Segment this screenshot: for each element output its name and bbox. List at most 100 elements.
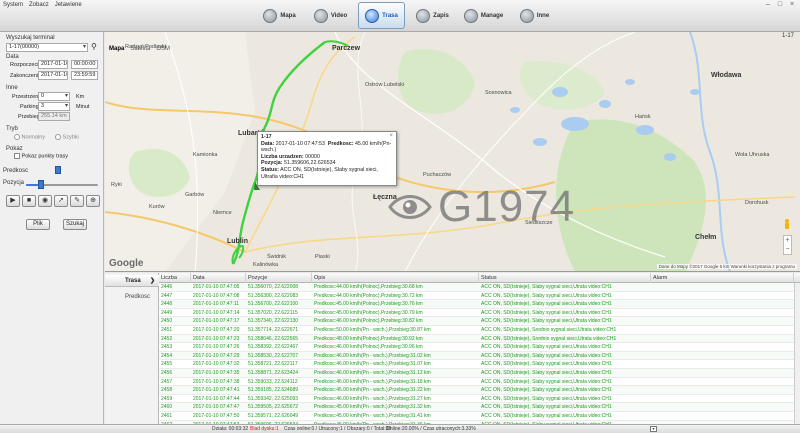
speed-slider-thumb[interactable] xyxy=(55,166,61,174)
maximize-icon[interactable]: □ xyxy=(775,1,785,9)
tryb-fast-radio[interactable]: Szybki xyxy=(55,134,79,140)
cursor-icon[interactable]: ➚ xyxy=(54,195,68,207)
zoom-in-icon[interactable]: + xyxy=(784,236,791,245)
table-row[interactable]: 2459 2017-01-10 07:47:44 51.359342, 22.625… xyxy=(159,395,794,404)
col-header-alarm[interactable]: Alarm xyxy=(651,273,794,283)
table-cell: ACC ON, SD(Istnieje), Slaby sygnal sieci… xyxy=(481,309,612,316)
table-row[interactable]: 2461 2017-01-10 07:47:50 51.359571, 22.626… xyxy=(159,412,794,421)
manage-icon xyxy=(463,8,478,23)
nav-mapa[interactable]: Mapa xyxy=(256,2,303,29)
table-cell: Predkosc:46.00 km/h(Pn - wsch.),Przebieg… xyxy=(314,378,431,385)
tab-map[interactable]: Mapa xyxy=(109,46,124,52)
przestrzen-field[interactable]: 0 xyxy=(38,92,70,101)
menu-system[interactable]: System xyxy=(3,0,23,10)
table-row[interactable]: 2449 2017-01-10 07:47:14 51.357020, 22.622… xyxy=(159,309,794,318)
table-cell: 2452 xyxy=(161,335,173,342)
close-icon[interactable]: × xyxy=(787,1,797,9)
radio-label: Szybki xyxy=(62,134,79,141)
table-row[interactable]: 2448 2017-01-10 07:47:11 51.356700, 22.622… xyxy=(159,300,794,309)
chevron-down-icon[interactable]: ▾ xyxy=(650,426,657,432)
map-view[interactable]: Mapa Satelita OSM 1-17 Parczew Lubartów … xyxy=(105,32,800,272)
table-row[interactable]: 2452 2017-01-10 07:47:23 51.358046, 22.622… xyxy=(159,334,794,344)
terminal-select[interactable]: 1-17(00000) xyxy=(6,43,88,52)
table-row[interactable]: 2457 2017-01-10 07:47:38 51.359033, 22.624… xyxy=(159,378,794,387)
col-header-count[interactable]: Liczba xyxy=(159,273,191,283)
tab-satellite[interactable]: Satelita xyxy=(130,46,150,52)
parking-label: Parking xyxy=(20,104,39,110)
town-label: Dorohusk xyxy=(745,200,769,206)
town-label: Piaski xyxy=(315,254,330,260)
table-row[interactable]: 2453 2017-01-10 07:47:26 51.358392, 22.622… xyxy=(159,343,794,352)
stop-icon[interactable]: ■ xyxy=(22,195,36,207)
table-row[interactable]: 2455 2017-01-10 07:47:32 51.358721, 22.622… xyxy=(159,360,794,369)
col-header-description[interactable]: Opis xyxy=(312,273,479,283)
nav-trasa[interactable]: Trasa xyxy=(358,2,405,29)
minimize-icon[interactable]: – xyxy=(763,1,773,9)
search-button[interactable]: Szukaj xyxy=(63,219,87,230)
table-cell: 51.358871, 22.623424 xyxy=(248,370,299,376)
play-icon[interactable]: ▶ xyxy=(6,195,20,207)
col-header-status[interactable]: Status xyxy=(479,273,651,283)
menu-view[interactable]: Zobacz xyxy=(29,0,49,10)
nav-manage[interactable]: Manage xyxy=(460,2,507,29)
end-time-field[interactable]: 23:59:59 xyxy=(71,71,98,80)
watermark: G1974 xyxy=(388,182,575,232)
settings-icon[interactable]: ✎ xyxy=(70,195,84,207)
table-cell: 2461 xyxy=(161,413,173,419)
col-header-date[interactable]: Data xyxy=(191,273,246,283)
menu-devices[interactable]: Jetawiene xyxy=(55,0,82,10)
table-cell: 2017-01-10 07:47:41 xyxy=(193,387,240,394)
record-icon[interactable]: ◉ xyxy=(38,195,52,207)
start-time-field[interactable]: 00:00:00 xyxy=(71,60,98,69)
table-row[interactable]: 2446 2017-01-10 07:47:05 51.356070, 22.622… xyxy=(159,283,794,292)
table-row[interactable]: 2458 2017-01-10 07:47:41 51.359185, 22.624… xyxy=(159,386,794,395)
tryb-normal-radio[interactable]: Normalny xyxy=(14,134,45,140)
table-cell: 2017-01-10 07:47:05 xyxy=(193,284,240,290)
col-header-position[interactable]: Pozycje xyxy=(246,273,312,283)
tab-trasa[interactable]: Trasa ❯ xyxy=(105,275,159,287)
nav-inne[interactable]: Inne xyxy=(511,2,558,29)
town-label: Garbów xyxy=(185,192,205,198)
table-cell: 2017-01-10 07:47:35 xyxy=(193,370,240,376)
nav-video[interactable]: Video xyxy=(307,2,354,29)
tab-osm[interactable]: OSM xyxy=(156,46,170,52)
table-cell: Predkosc:46.00 km/h(Pn - wsch.),Przebieg… xyxy=(314,361,431,368)
map-type-tabs: Mapa Satelita OSM xyxy=(109,46,170,52)
map-attribution[interactable]: Dane do Mapy ©2017 Google 5 km Warunki k… xyxy=(656,264,797,269)
table-row[interactable]: 2450 2017-01-10 07:47:17 51.357340, 22.622… xyxy=(159,317,794,326)
street-view-icon[interactable] xyxy=(783,219,791,229)
town-label: Kurów xyxy=(149,204,165,210)
search-icon[interactable]: ⚲ xyxy=(91,42,97,51)
przebieg-field: 255.14 km xyxy=(38,112,70,121)
table-row[interactable]: 2451 2017-01-10 07:47:20 51.357714, 22.622… xyxy=(159,326,794,335)
parking-field[interactable]: 3 xyxy=(38,102,70,111)
table-cell xyxy=(651,283,794,292)
table-cell: 51.358392, 22.622467 xyxy=(248,344,299,351)
table-row[interactable]: 2456 2017-01-10 07:47:35 51.358871, 22.623… xyxy=(159,369,794,378)
position-slider-thumb[interactable] xyxy=(38,180,44,189)
nav-zapis[interactable]: Zapis xyxy=(409,2,456,29)
tab-label: Trasa xyxy=(125,278,141,284)
zoom-control[interactable]: + − xyxy=(783,235,792,255)
table-cell: 2451 xyxy=(161,327,173,333)
table-cell xyxy=(651,378,794,387)
close-icon[interactable]: × xyxy=(389,133,393,140)
table-cell: 2458 xyxy=(161,387,173,394)
table-cell: Predkosc:45.00 km/h(Polnoc),Przebieg:30.… xyxy=(314,309,423,316)
zoom-out-icon[interactable]: − xyxy=(784,245,791,254)
table-row[interactable]: 2447 2017-01-10 07:47:08 51.356380, 22.622… xyxy=(159,292,794,301)
table-cell: 51.359505, 22.625672 xyxy=(248,404,299,411)
vertical-scrollbar[interactable] xyxy=(794,283,800,424)
end-date-field[interactable]: 2017-01-10 xyxy=(38,71,68,80)
show-points-checkbox[interactable]: Pokaz punkty trasy xyxy=(14,153,68,159)
target-icon[interactable]: ⊕ xyxy=(86,195,100,207)
radio-label: Normalny xyxy=(21,134,46,141)
start-date-field[interactable]: 2017-01-10 xyxy=(38,60,68,69)
tryb-label: Tryb xyxy=(6,126,18,132)
popup-speed-label: Predkosc: xyxy=(327,140,354,147)
table-cell: ACC ON, SD(Istnieje), Slaby sygnal sieci… xyxy=(481,284,612,290)
tab-predkosc[interactable]: Predkosc xyxy=(105,291,159,303)
file-button[interactable]: Plik xyxy=(26,219,50,230)
table-row[interactable]: 2460 2017-01-10 07:47:47 51.359505, 22.625… xyxy=(159,403,794,412)
table-row[interactable]: 2454 2017-01-10 07:47:29 51.358530, 22.622… xyxy=(159,351,794,361)
